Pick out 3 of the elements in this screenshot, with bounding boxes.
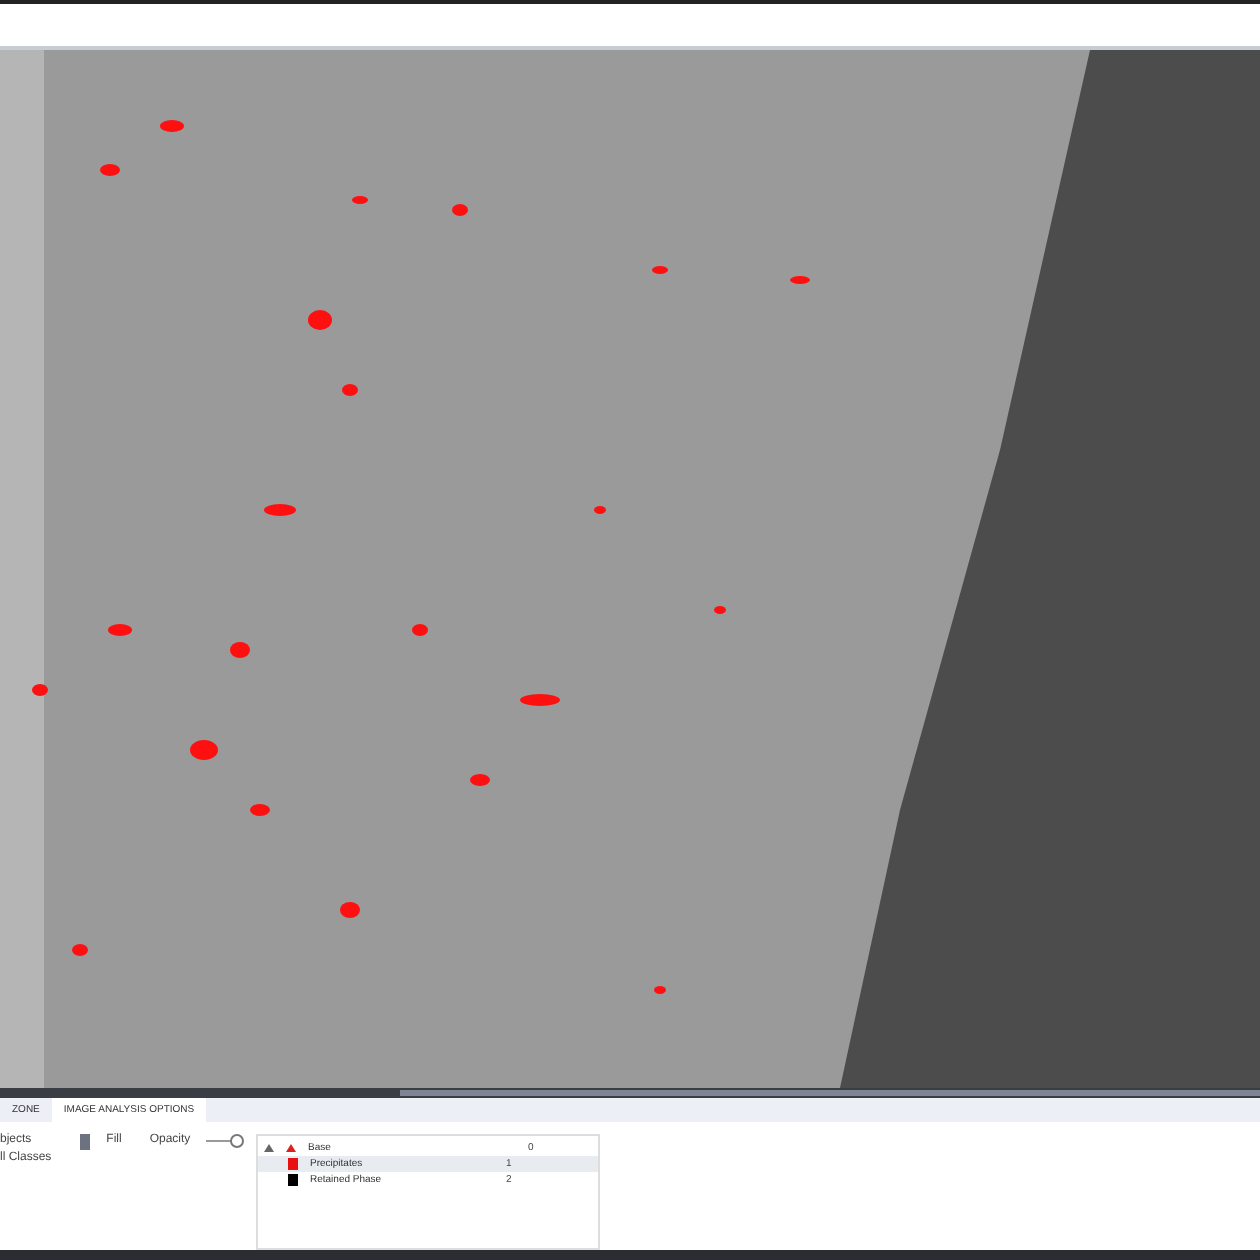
scrollbar-thumb[interactable] (400, 1089, 1260, 1096)
fill-checkbox[interactable] (80, 1134, 91, 1151)
slider-thumb[interactable] (230, 1134, 244, 1149)
